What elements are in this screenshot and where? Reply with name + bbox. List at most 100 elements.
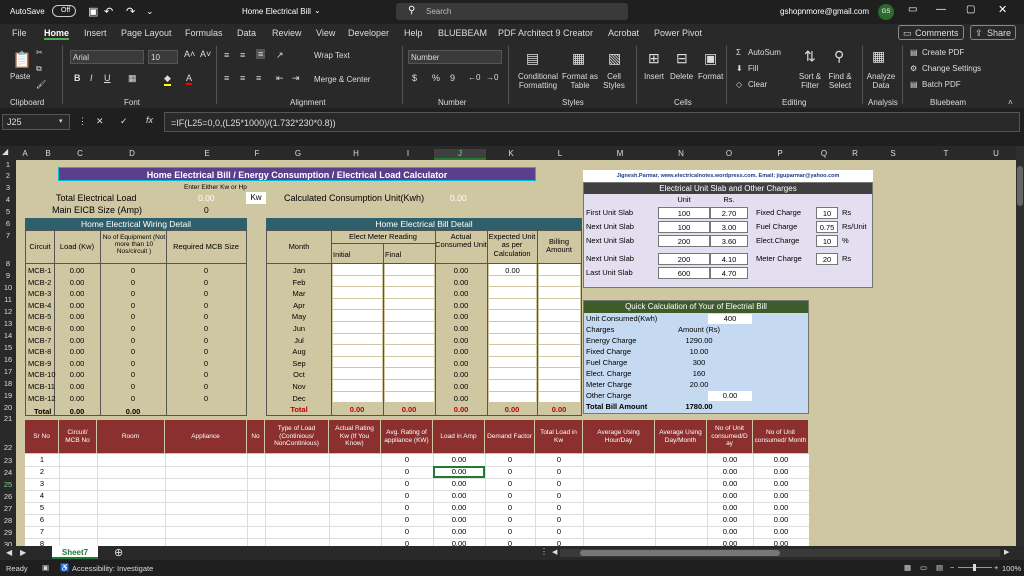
row-header-18[interactable]: 18	[0, 379, 16, 388]
clear-button[interactable]: Clear	[748, 80, 767, 89]
accessibility-status[interactable]: Accessibility: Investigate	[72, 564, 153, 573]
font-size-select[interactable]: 10	[148, 50, 178, 64]
formula-input[interactable]: =IF(L25=0,0,(L25*1000)/(1.732*230*0.8))	[164, 112, 1020, 132]
col-header-r[interactable]: R	[840, 149, 870, 158]
orientation-icon[interactable]: ↗	[276, 50, 284, 61]
find-select-icon[interactable]: ⚲	[834, 48, 844, 65]
batch-pdf-button[interactable]: Batch PDF	[922, 80, 961, 89]
row-header-17[interactable]: 17	[0, 367, 16, 376]
sheet-tab-sheet7[interactable]: Sheet7	[52, 546, 98, 559]
row-header-20[interactable]: 20	[0, 403, 16, 412]
sort-filter-button[interactable]: Sort & Filter	[794, 72, 826, 90]
load-cell[interactable]: 0	[535, 503, 583, 512]
load-cell[interactable]: 0	[381, 515, 433, 524]
next-sheet-icon[interactable]: ▶	[20, 548, 26, 557]
row-header-11[interactable]: 11	[0, 295, 16, 304]
analyze-data-icon[interactable]: ▦	[872, 48, 885, 65]
load-cell[interactable]: 0.00	[707, 527, 753, 536]
row-header-29[interactable]: 29	[0, 528, 16, 537]
tab-help[interactable]: Help	[404, 28, 423, 38]
tab-home[interactable]: Home	[44, 28, 70, 40]
load-cell[interactable]: 0.00	[753, 515, 809, 524]
worksheet-grid[interactable]: Home Electrical Bill / Energy Consumptio…	[16, 160, 1016, 546]
align-left-icon[interactable]: ≡	[224, 73, 229, 83]
row-header-27[interactable]: 27	[0, 504, 16, 513]
load-cell[interactable]: 5	[25, 503, 59, 512]
zoom-out-icon[interactable]: −	[950, 563, 954, 572]
row-header-7[interactable]: 7	[0, 231, 16, 240]
name-box[interactable]: J25 ▾	[2, 114, 70, 130]
col-header-a[interactable]: A	[16, 149, 34, 158]
row-header-22[interactable]: 22	[0, 443, 16, 452]
load-cell[interactable]: 6	[25, 515, 59, 524]
load-cell[interactable]: 0	[485, 455, 535, 464]
align-center-icon[interactable]: ≡	[240, 73, 245, 83]
normal-view-icon[interactable]: ▦	[904, 563, 911, 572]
load-cell[interactable]: 1	[25, 455, 59, 464]
autosum-button[interactable]: AutoSum	[748, 48, 781, 57]
account-name[interactable]: gshopnmore@gmail.com	[780, 7, 869, 16]
quick-calc-input[interactable]: 0.00	[708, 391, 752, 401]
bill-expected-cell[interactable]	[489, 356, 536, 368]
bill-billing-cell[interactable]	[539, 287, 580, 298]
row-header-3[interactable]: 3	[0, 183, 16, 192]
bill-expected-cell[interactable]	[489, 275, 536, 287]
load-cell[interactable]: 0	[485, 503, 535, 512]
insert-function-icon[interactable]: fx	[146, 115, 153, 125]
tab-review[interactable]: Review	[272, 28, 302, 38]
align-middle-icon[interactable]: ≡	[240, 50, 245, 60]
bill-initial-input[interactable]	[333, 356, 382, 368]
col-header-b[interactable]: B	[34, 149, 62, 158]
delete-cells-button[interactable]: Delete	[670, 72, 693, 81]
create-pdf-icon[interactable]: ▤	[910, 48, 918, 57]
row-header-28[interactable]: 28	[0, 516, 16, 525]
font-color-icon[interactable]: A	[186, 73, 193, 85]
increase-indent-icon[interactable]: ⇥	[292, 73, 300, 84]
load-cell[interactable]: 0	[381, 467, 433, 476]
load-cell[interactable]: 0.00	[433, 455, 485, 464]
row-header-21[interactable]: 21	[0, 414, 16, 423]
title-dropdown-icon[interactable]: ⌄	[314, 6, 321, 15]
bold-icon[interactable]: B	[74, 73, 81, 83]
enter-formula-icon[interactable]: ✓	[120, 116, 128, 127]
load-cell[interactable]: 0	[485, 515, 535, 524]
wrap-text-button[interactable]: Wrap Text	[314, 51, 350, 60]
row-header-16[interactable]: 16	[0, 355, 16, 364]
load-cell[interactable]: 0.00	[707, 503, 753, 512]
load-cell[interactable]: 0.00	[753, 503, 809, 512]
bill-billing-cell[interactable]	[539, 345, 580, 356]
accessibility-icon[interactable]: ♿	[60, 563, 69, 572]
bill-billing-cell[interactable]	[539, 264, 580, 275]
slab-rate[interactable]: 4.70	[710, 267, 748, 279]
load-cell[interactable]: 0.00	[753, 527, 809, 536]
page-break-view-icon[interactable]: ▤	[936, 563, 943, 572]
load-cell[interactable]: 0	[485, 491, 535, 500]
bill-billing-cell[interactable]	[539, 356, 580, 368]
slab-rate[interactable]: 3.00	[710, 221, 748, 233]
col-header-c[interactable]: C	[62, 149, 98, 158]
scroll-right-icon[interactable]: ▶	[1004, 548, 1009, 556]
ribbon-display-icon[interactable]: ▭	[908, 4, 917, 15]
copy-icon[interactable]: ⧉	[36, 64, 42, 74]
bill-final-input[interactable]	[385, 322, 434, 333]
analyze-data-button[interactable]: Analyze Data	[864, 72, 898, 90]
col-header-l[interactable]: L	[536, 149, 584, 158]
col-header-k[interactable]: K	[486, 149, 536, 158]
row-header-12[interactable]: 12	[0, 307, 16, 316]
bill-expected-cell[interactable]	[489, 322, 536, 333]
tab-data[interactable]: Data	[237, 28, 256, 38]
format-as-table-button[interactable]: Format as Table	[560, 72, 600, 90]
row-header-15[interactable]: 15	[0, 343, 16, 352]
tab-power-pivot[interactable]: Power Pivot	[654, 28, 702, 38]
slab-unit[interactable]: 200	[658, 235, 710, 247]
col-header-u[interactable]: U	[976, 149, 1016, 158]
load-cell[interactable]: 0.00	[433, 491, 485, 500]
change-settings-icon[interactable]: ⚙	[910, 64, 917, 73]
bill-billing-cell[interactable]	[539, 391, 580, 403]
col-header-s[interactable]: S	[870, 149, 916, 158]
other-charge-value[interactable]: 10	[816, 235, 838, 247]
col-header-f[interactable]: F	[248, 149, 266, 158]
slab-rate[interactable]: 4.10	[710, 253, 748, 265]
change-settings-button[interactable]: Change Settings	[922, 64, 981, 73]
slab-rate[interactable]: 3.60	[710, 235, 748, 247]
